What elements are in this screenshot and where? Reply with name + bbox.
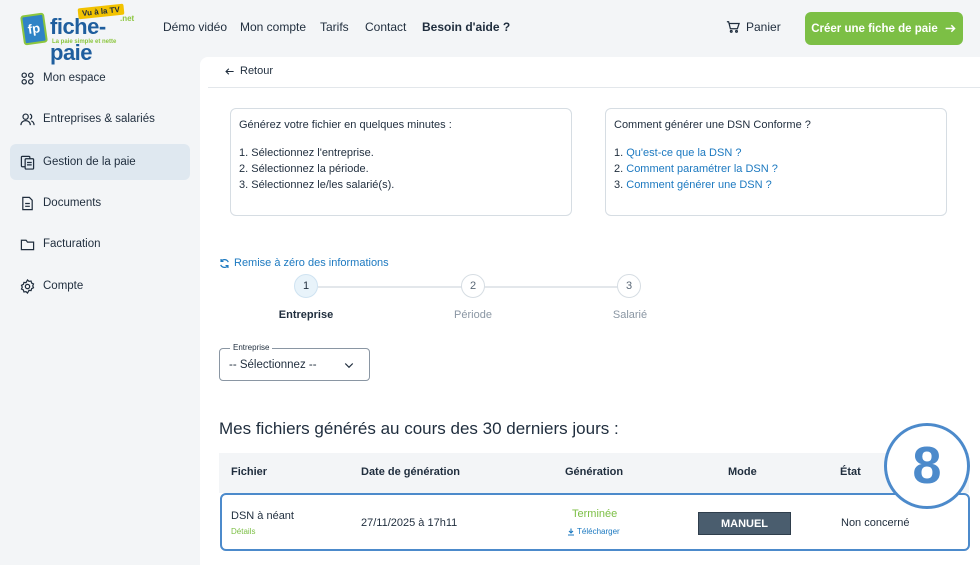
table-header: Fichier Date de génération Génération Mo… — [219, 453, 969, 493]
divider — [208, 87, 980, 88]
create-payslip-button[interactable]: Créer une fiche de paie — [805, 12, 963, 45]
step-2-label: Période — [454, 309, 492, 321]
help-link-what-is-dsn[interactable]: Qu'est-ce que la DSN ? — [626, 147, 741, 159]
sidebar-item-label: Facturation — [43, 238, 101, 250]
nav-help[interactable]: Besoin d'aide ? — [422, 20, 510, 34]
sidebar-item-gestion-paie[interactable]: Gestion de la paie — [10, 144, 190, 180]
create-payslip-label: Créer une fiche de paie — [811, 22, 938, 35]
info-step: 3. Sélectionnez le/les salarié(s). — [239, 179, 395, 191]
mode-badge: MANUEL — [698, 512, 791, 535]
refresh-icon — [220, 258, 229, 268]
company-select[interactable]: Entreprise -- Sélectionnez -- — [219, 343, 370, 381]
file-name: DSN à néant — [231, 510, 294, 522]
info-card-title: Générez votre fichier en quelques minute… — [239, 119, 452, 131]
arrow-right-icon — [945, 24, 956, 33]
reset-label: Remise à zéro des informations — [234, 257, 389, 269]
arrow-left-icon — [225, 67, 234, 75]
cart-button[interactable]: Panier — [726, 20, 781, 34]
column-header-generation: Génération — [565, 466, 624, 478]
help-item: 3. Comment générer une DSN ? — [614, 179, 938, 191]
column-header-file: Fichier — [231, 466, 268, 478]
info-step: 2. Sélectionnez la période. — [239, 163, 369, 175]
info-card-steps: Générez votre fichier en quelques minute… — [230, 108, 572, 216]
download-label: Télécharger — [577, 527, 620, 536]
help-item: 2. Comment paramétrer la DSN ? — [614, 163, 938, 175]
sidebar-item-label: Documents — [43, 197, 102, 209]
payroll-icon — [20, 155, 35, 170]
help-link-generate-dsn[interactable]: Comment générer une DSN ? — [626, 179, 772, 191]
download-icon — [568, 528, 574, 536]
logo-tld: .net — [120, 14, 135, 23]
help-number: 2. — [614, 163, 624, 175]
download-link[interactable]: Télécharger — [567, 527, 620, 536]
sidebar-item-label: Mon espace — [43, 72, 106, 84]
cart-label: Panier — [746, 20, 781, 34]
top-header: fp fiche-paie Vu à la TV .net La paie si… — [0, 0, 980, 65]
sidebar-item-label: Entreprises & salariés — [43, 113, 155, 125]
nav-my-account[interactable]: Mon compte — [240, 20, 306, 34]
nav-pricing[interactable]: Tarifs — [320, 20, 349, 34]
main-panel: Retour Générez votre fichier en quelques… — [200, 57, 980, 565]
help-item: 1. Qu'est-ce que la DSN ? — [614, 147, 938, 159]
grid-icon — [21, 71, 34, 85]
company-select-legend: Entreprise — [230, 343, 273, 352]
reset-link[interactable]: Remise à zéro des informations — [219, 257, 389, 269]
sidebar-item-documents[interactable]: Documents — [10, 185, 190, 221]
sidebar-item-label: Compte — [43, 280, 84, 292]
cart-icon — [726, 21, 740, 33]
chevron-down-icon — [344, 363, 354, 369]
step-3-circle[interactable]: 3 — [617, 274, 641, 298]
sidebar-item-compte[interactable]: Compte — [10, 268, 190, 304]
step-number-badge: 8 — [884, 423, 970, 509]
nav-contact[interactable]: Contact — [365, 20, 406, 34]
sidebar-item-entreprises-salaries[interactable]: Entreprises & salariés — [10, 101, 190, 137]
step-1-label: Entreprise — [278, 309, 334, 321]
table-row: DSN à néant Détails 27/11/2025 à 17h11 T… — [220, 493, 970, 551]
help-number: 3. — [614, 179, 624, 191]
sidebar-item-mon-espace[interactable]: Mon espace — [10, 60, 190, 96]
help-number: 1. — [614, 147, 624, 159]
column-header-state: État — [840, 466, 861, 478]
settings-icon — [20, 278, 35, 294]
details-link[interactable]: Détails — [231, 527, 255, 536]
logo[interactable]: fp fiche-paie Vu à la TV .net La paie si… — [20, 3, 142, 65]
step-2-circle[interactable]: 2 — [461, 274, 485, 298]
users-icon — [20, 112, 35, 125]
files-section-title: Mes fichiers générés au cours des 30 der… — [219, 419, 619, 438]
sidebar-item-facturation[interactable]: Facturation — [10, 226, 190, 262]
info-card-dsn-help: Comment générer une DSN Conforme ? 1. Qu… — [605, 108, 947, 216]
back-link[interactable]: Retour — [224, 65, 273, 77]
logo-mark: fp — [20, 12, 48, 46]
column-header-date: Date de génération — [361, 466, 461, 478]
back-label: Retour — [240, 65, 274, 77]
help-link-configure-dsn[interactable]: Comment paramétrer la DSN ? — [626, 163, 778, 175]
step-1-circle[interactable]: 1 — [294, 274, 318, 298]
folder-icon — [20, 239, 35, 250]
nav-demo-video[interactable]: Démo vidéo — [163, 20, 227, 34]
generation-status: Terminée — [572, 508, 618, 520]
state-value: Non concerné — [841, 517, 910, 529]
logo-tagline: La paie simple et nette — [52, 39, 117, 45]
info-step: 1. Sélectionnez l'entreprise. — [239, 147, 374, 159]
company-select-value: -- Sélectionnez -- — [229, 359, 317, 371]
sidebar-item-label: Gestion de la paie — [43, 156, 136, 168]
info-card-title: Comment générer une DSN Conforme ? — [614, 119, 811, 131]
column-header-mode: Mode — [728, 466, 757, 478]
generation-date: 27/11/2025 à 17h11 — [361, 517, 458, 529]
step-3-label: Salarié — [612, 309, 648, 321]
document-icon — [22, 196, 33, 210]
